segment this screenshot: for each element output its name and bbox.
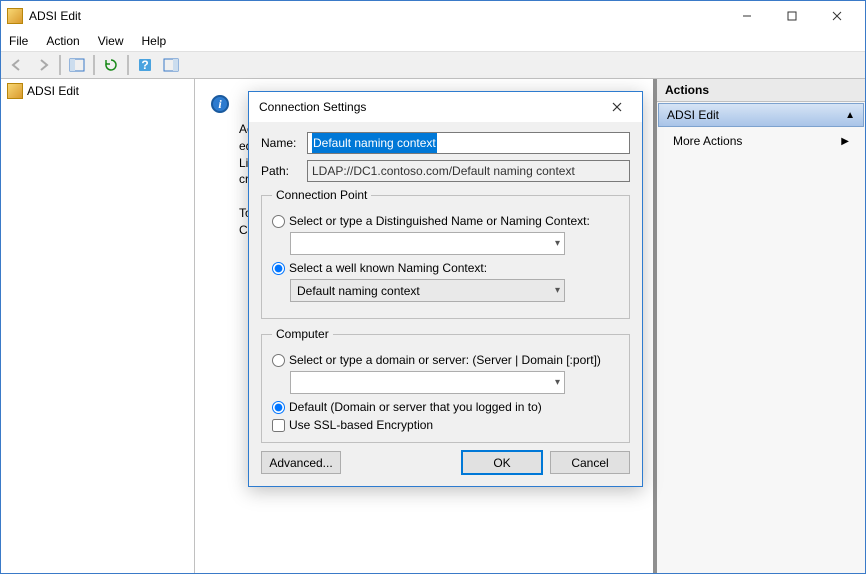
close-button[interactable] <box>814 2 859 31</box>
dialog-title: Connection Settings <box>259 100 602 114</box>
dn-radio[interactable] <box>272 215 285 228</box>
dn-radio-label: Select or type a Distinguished Name or N… <box>289 214 590 228</box>
computer-group: Computer Select or type a domain or serv… <box>261 327 630 443</box>
forward-button[interactable] <box>31 54 55 76</box>
info-icon: i <box>211 95 229 113</box>
default-server-radio-label: Default (Domain or server that you logge… <box>289 400 542 414</box>
title-bar: ADSI Edit <box>1 1 865 31</box>
more-actions-link[interactable]: More Actions ▶ <box>657 128 865 154</box>
dialog-close-button[interactable] <box>602 92 632 122</box>
cancel-button[interactable]: Cancel <box>550 451 630 474</box>
server-combo[interactable]: ▾ <box>290 371 565 394</box>
toolbar: ? <box>1 51 865 79</box>
menu-bar: File Action View Help <box>1 31 865 51</box>
menu-help[interactable]: Help <box>142 34 167 48</box>
show-hide-action-pane-button[interactable] <box>159 54 183 76</box>
path-display: LDAP://DC1.contoso.com/Default naming co… <box>307 160 630 182</box>
connection-point-group: Connection Point Select or type a Distin… <box>261 188 630 319</box>
ssl-checkbox-label: Use SSL-based Encryption <box>289 418 433 432</box>
wellknown-combo-value: Default naming context <box>297 284 420 298</box>
connection-settings-dialog: Connection Settings Name: Default naming… <box>248 91 643 487</box>
collapse-icon: ▲ <box>845 110 855 121</box>
menu-action[interactable]: Action <box>46 34 79 48</box>
computer-legend: Computer <box>272 327 333 341</box>
actions-group-header[interactable]: ADSI Edit ▲ <box>658 103 864 127</box>
tree-root-label: ADSI Edit <box>27 84 79 98</box>
svg-text:?: ? <box>141 58 148 72</box>
separator <box>127 55 129 75</box>
chevron-down-icon: ▾ <box>555 377 560 388</box>
separator <box>93 55 95 75</box>
wellknown-radio-label: Select a well known Naming Context: <box>289 261 487 275</box>
actions-pane: Actions ADSI Edit ▲ More Actions ▶ <box>653 79 865 573</box>
chevron-down-icon: ▾ <box>555 238 560 249</box>
minimize-button[interactable] <box>724 2 769 31</box>
ok-button[interactable]: OK <box>462 451 542 474</box>
actions-group-label: ADSI Edit <box>667 108 719 122</box>
maximize-button[interactable] <box>769 2 814 31</box>
tree-root-item[interactable]: ADSI Edit <box>3 81 192 101</box>
show-hide-tree-button[interactable] <box>65 54 89 76</box>
server-radio[interactable] <box>272 354 285 367</box>
back-button[interactable] <box>5 54 29 76</box>
actions-header: Actions <box>657 79 865 102</box>
server-radio-label: Select or type a domain or server: (Serv… <box>289 353 601 367</box>
adsi-edit-icon <box>7 83 23 99</box>
path-label: Path: <box>261 164 301 178</box>
tree-pane: ADSI Edit <box>1 79 195 573</box>
dn-combo[interactable]: ▾ <box>290 232 565 255</box>
more-actions-label: More Actions <box>673 134 742 148</box>
chevron-right-icon: ▶ <box>841 136 849 147</box>
wellknown-combo[interactable]: Default naming context ▾ <box>290 279 565 302</box>
wellknown-radio[interactable] <box>272 262 285 275</box>
menu-view[interactable]: View <box>98 34 124 48</box>
window-title: ADSI Edit <box>29 9 724 23</box>
connection-point-legend: Connection Point <box>272 188 371 202</box>
default-server-radio[interactable] <box>272 401 285 414</box>
ssl-checkbox[interactable] <box>272 419 285 432</box>
app-icon <box>7 8 23 24</box>
name-input[interactable]: Default naming context <box>307 132 630 154</box>
help-button[interactable]: ? <box>133 54 157 76</box>
separator <box>59 55 61 75</box>
chevron-down-icon: ▾ <box>555 285 560 296</box>
advanced-button[interactable]: Advanced... <box>261 451 341 474</box>
name-label: Name: <box>261 136 301 150</box>
name-input-value: Default naming context <box>312 133 437 153</box>
menu-file[interactable]: File <box>9 34 28 48</box>
refresh-button[interactable] <box>99 54 123 76</box>
dialog-titlebar: Connection Settings <box>249 92 642 122</box>
